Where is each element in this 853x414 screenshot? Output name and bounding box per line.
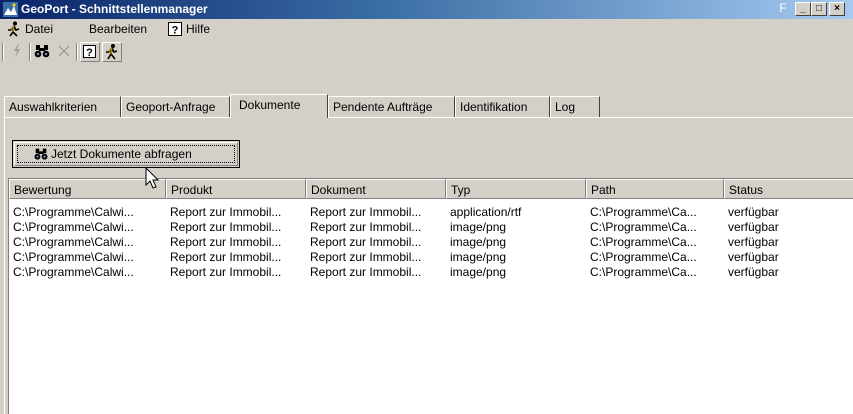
toolbar-separator: [29, 43, 31, 61]
column-header-bewertung[interactable]: Bewertung: [9, 179, 166, 199]
running-man-icon: [106, 44, 118, 60]
cell-dokument: Report zur Immobil...: [310, 250, 422, 264]
table-row[interactable]: C:\Programme\Calwi... Report zur Immobil…: [9, 250, 852, 265]
help-button[interactable]: ?: [80, 42, 100, 62]
menu-bearbeiten[interactable]: Bearbeiten: [89, 22, 147, 36]
cell-path: C:\Programme\Ca...: [590, 250, 697, 264]
cell-status: verfügbar: [728, 220, 779, 234]
help-icon: ?: [83, 45, 96, 59]
cell-produkt: Report zur Immobil...: [170, 235, 282, 249]
close-button[interactable]: ×: [829, 2, 845, 16]
column-header-status[interactable]: Status: [724, 179, 853, 199]
cell-bewertung: C:\Programme\Calwi...: [13, 220, 134, 234]
cell-typ: image/png: [450, 265, 507, 279]
cell-produkt: Report zur Immobil...: [170, 205, 282, 219]
cell-dokument: Report zur Immobil...: [310, 265, 422, 279]
cell-status: verfügbar: [728, 265, 779, 279]
cell-produkt: Report zur Immobil...: [170, 220, 282, 234]
toolbar: ?: [0, 41, 853, 65]
title-bar[interactable]: GeoPort - Schnittstellenmanager F _ □ ×: [0, 0, 853, 19]
help-icon: ?: [168, 22, 182, 37]
table-row[interactable]: C:\Programme\Calwi... Report zur Immobil…: [9, 220, 852, 235]
cell-bewertung: C:\Programme\Calwi...: [13, 250, 134, 264]
toolbar-grip: [2, 43, 4, 61]
menu-bar: Datei Bearbeiten ? Hilfe: [0, 19, 853, 39]
cell-path: C:\Programme\Ca...: [590, 205, 697, 219]
delete-x-icon: [58, 45, 70, 57]
binoculars-icon: [34, 45, 50, 58]
minimize-button[interactable]: _: [795, 2, 811, 16]
cell-path: C:\Programme\Ca...: [590, 235, 697, 249]
cell-typ: application/rtf: [450, 205, 522, 219]
toolbar-separator: [76, 43, 78, 61]
tab-auswahlkriterien[interactable]: Auswahlkriterien: [4, 96, 121, 117]
cell-status: verfügbar: [728, 205, 779, 219]
exit-button[interactable]: [102, 42, 122, 62]
binoculars-icon: [34, 148, 48, 160]
cell-path: C:\Programme\Ca...: [590, 220, 697, 234]
column-header-dokument[interactable]: Dokument: [306, 179, 446, 199]
cell-status: verfügbar: [728, 235, 779, 249]
binoculars-button[interactable]: [33, 42, 53, 62]
cell-dokument: Report zur Immobil...: [310, 220, 422, 234]
menu-datei[interactable]: Datei: [25, 22, 53, 36]
menu-hilfe[interactable]: Hilfe: [186, 22, 210, 36]
svg-text:?: ?: [172, 25, 179, 37]
tab-pendente-auftraege[interactable]: Pendente Aufträge: [328, 96, 455, 117]
query-button-label: Jetzt Dokumente abfragen: [51, 147, 192, 161]
column-header-typ[interactable]: Typ: [446, 179, 586, 199]
tab-log[interactable]: Log: [550, 96, 600, 117]
svg-text:?: ?: [86, 47, 93, 59]
cell-bewertung: C:\Programme\Calwi...: [13, 235, 134, 249]
table-row[interactable]: C:\Programme\Calwi... Report zur Immobil…: [9, 235, 852, 250]
column-header-produkt[interactable]: Produkt: [166, 179, 306, 199]
pin-icon[interactable]: F: [775, 2, 791, 16]
tab-geoport-anfrage[interactable]: Geoport-Anfrage: [121, 96, 230, 117]
table-row[interactable]: C:\Programme\Calwi... Report zur Immobil…: [9, 205, 852, 220]
documents-list[interactable]: Bewertung Produkt Dokument Typ Path Stat…: [8, 178, 853, 414]
delete-button[interactable]: [55, 42, 75, 62]
cell-status: verfügbar: [728, 250, 779, 264]
table-row[interactable]: C:\Programme\Calwi... Report zur Immobil…: [9, 265, 852, 280]
cell-produkt: Report zur Immobil...: [170, 265, 282, 279]
window-title: GeoPort - Schnittstellenmanager: [21, 2, 208, 16]
cell-dokument: Report zur Immobil...: [310, 205, 422, 219]
cell-typ: image/png: [450, 235, 507, 249]
maximize-button[interactable]: □: [811, 2, 827, 16]
cell-bewertung: C:\Programme\Calwi...: [13, 265, 134, 279]
cell-bewertung: C:\Programme\Calwi...: [13, 205, 134, 219]
column-header-path[interactable]: Path: [586, 179, 724, 199]
cell-dokument: Report zur Immobil...: [310, 235, 422, 249]
lightning-icon: [14, 44, 20, 58]
geoport-app-icon: [3, 2, 18, 17]
query-documents-button[interactable]: Jetzt Dokumente abfragen: [12, 140, 240, 168]
cell-produkt: Report zur Immobil...: [170, 250, 282, 264]
tab-dokumente[interactable]: Dokumente: [230, 94, 328, 118]
cell-typ: image/png: [450, 220, 507, 234]
cell-path: C:\Programme\Ca...: [590, 265, 697, 279]
lightning-button[interactable]: [8, 42, 28, 62]
cell-typ: image/png: [450, 250, 507, 264]
tab-identifikation[interactable]: Identifikation: [455, 96, 550, 117]
running-man-icon: [8, 21, 20, 37]
